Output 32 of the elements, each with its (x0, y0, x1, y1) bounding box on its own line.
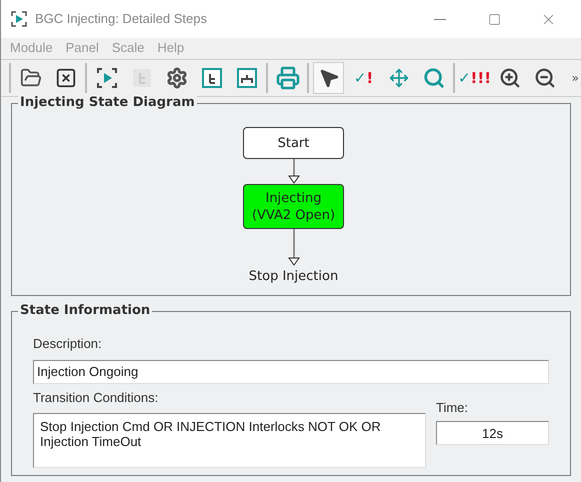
toolbar-button[interactable] (313, 62, 344, 94)
field-label: Transition Conditions: (33, 388, 160, 406)
state-node: Start (243, 127, 344, 159)
printer-icon (276, 66, 300, 90)
toolbar-button[interactable]: ✓! (348, 62, 379, 94)
move-icon (388, 68, 408, 88)
field-label: Time: (436, 398, 470, 416)
app-icon (11, 11, 27, 27)
group-title: Injecting State Diagram (18, 95, 197, 111)
arrow (288, 229, 300, 266)
folder-icon (20, 67, 42, 89)
search-icon (422, 67, 444, 89)
maximize-icon (488, 12, 500, 26)
minimize-icon (434, 18, 446, 20)
time-field[interactable]: 12s (436, 421, 549, 445)
arrow (288, 159, 300, 184)
end-state-label: Stop Injection (248, 268, 340, 286)
state-node: Injecting (VVA2 Open) (243, 184, 344, 229)
toolbar-button[interactable]: ✓!!! (459, 62, 490, 94)
zoom-in-icon (498, 67, 520, 89)
description-field[interactable]: Injection Ongoing (33, 360, 549, 384)
tree-icon (130, 67, 152, 89)
play-frame-icon (96, 67, 118, 89)
zoom-out-icon (534, 67, 556, 89)
field-label: Description: (33, 335, 103, 353)
gear-icon (166, 67, 188, 89)
close-icon (54, 67, 76, 89)
conditions-field[interactable]: Stop Injection Cmd OR INJECTION Interlocks NOT OK OR Injection TimeOut (33, 413, 426, 468)
overflow-button[interactable]: » (572, 69, 579, 87)
window-chart-icon (236, 67, 258, 89)
window-title: BGC Injecting: Detailed Steps (35, 10, 208, 28)
window-tree-icon (200, 67, 222, 89)
